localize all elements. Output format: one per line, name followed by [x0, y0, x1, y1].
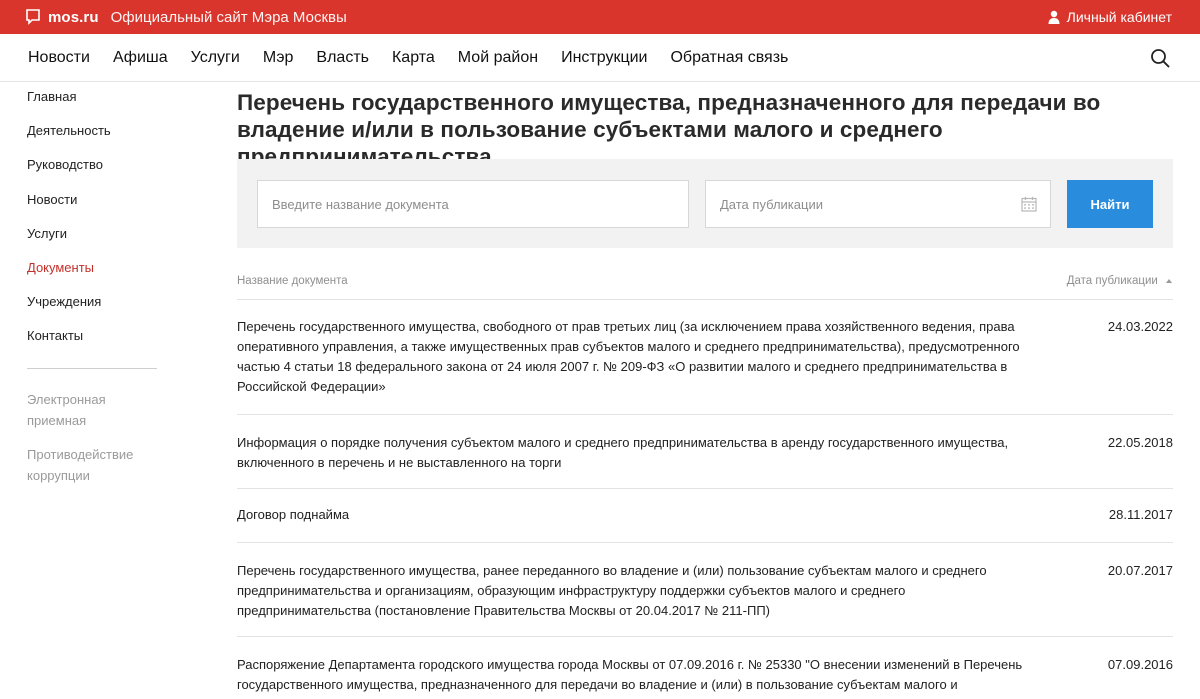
sidebar: Главная Деятельность Руководство Новости… — [27, 82, 162, 499]
top-bar: mos.ru Официальный сайт Мэра Москвы Личн… — [0, 0, 1200, 34]
nav-item-my-district[interactable]: Мой район — [458, 49, 538, 67]
sidebar-item-main[interactable]: Главная — [27, 82, 162, 116]
sidebar-divider — [27, 367, 157, 369]
table-row[interactable]: Перечень государственного имущества, ран… — [237, 543, 1173, 637]
table-row[interactable]: Распоряжение Департамента городского иму… — [237, 637, 1173, 699]
nav-item-map[interactable]: Карта — [392, 49, 435, 67]
column-header-document-name[interactable]: Название документа — [237, 275, 348, 287]
sidebar-item-services[interactable]: Услуги — [27, 219, 162, 253]
column-header-date-label: Дата публикации — [1066, 275, 1158, 287]
brand[interactable]: mos.ru Официальный сайт Мэра Москвы — [26, 0, 347, 34]
sidebar-item-institutions[interactable]: Учреждения — [27, 287, 162, 321]
document-title[interactable]: Информация о порядке получения субъектом… — [237, 415, 1037, 491]
nav-item-news[interactable]: Новости — [28, 49, 90, 67]
nav-item-feedback[interactable]: Обратная связь — [670, 49, 788, 67]
page-title: Перечень государственного имущества, пре… — [237, 90, 1101, 169]
sidebar-item-contacts[interactable]: Контакты — [27, 321, 162, 355]
user-icon — [1048, 10, 1060, 24]
personal-account-link[interactable]: Личный кабинет — [1048, 0, 1172, 34]
search-icon[interactable] — [1150, 48, 1170, 68]
document-title[interactable]: Перечень государственного имущества, ран… — [237, 543, 1037, 639]
calendar-icon[interactable] — [1021, 196, 1037, 212]
table-row[interactable]: Договор поднайма 28.11.2017 — [237, 489, 1173, 543]
publication-date-input[interactable] — [706, 181, 1016, 227]
publication-date-field[interactable] — [705, 180, 1051, 228]
table-row[interactable]: Информация о порядке получения субъектом… — [237, 415, 1173, 489]
document-date: 24.03.2022 — [1107, 319, 1173, 334]
nav-item-afisha[interactable]: Афиша — [113, 49, 168, 67]
sidebar-item-news[interactable]: Новости — [27, 185, 162, 219]
sort-ascending-icon — [1166, 278, 1172, 283]
sidebar-item-documents[interactable]: Документы — [27, 253, 162, 287]
nav-item-services[interactable]: Услуги — [191, 49, 240, 67]
table-row[interactable]: Перечень государственного имущества, сво… — [237, 300, 1173, 415]
document-title[interactable]: Перечень государственного имущества, сво… — [237, 300, 1037, 415]
document-date: 07.09.2016 — [1107, 657, 1173, 672]
document-search-panel: Найти — [237, 159, 1173, 248]
sidebar-link-anti-corruption[interactable]: Противодействие коррупции — [27, 444, 147, 486]
document-date: 28.11.2017 — [1108, 507, 1173, 522]
personal-account-label: Личный кабинет — [1066, 9, 1172, 25]
sidebar-item-leadership[interactable]: Руководство — [27, 150, 162, 184]
documents-table-header: Название документа Дата публикации — [237, 270, 1173, 300]
sidebar-item-activity[interactable]: Деятельность — [27, 116, 162, 150]
nav-item-instructions[interactable]: Инструкции — [561, 49, 647, 67]
mos-logo-icon — [26, 9, 40, 25]
sidebar-link-e-reception[interactable]: Электронная приемная — [27, 389, 147, 431]
main-nav: Новости Афиша Услуги Мэр Власть Карта Мо… — [0, 34, 1200, 82]
document-date: 22.05.2018 — [1107, 435, 1173, 450]
document-title[interactable]: Распоряжение Департамента городского иму… — [237, 637, 1037, 699]
find-button[interactable]: Найти — [1067, 180, 1153, 228]
document-name-input[interactable] — [257, 180, 689, 228]
site-tagline: Официальный сайт Мэра Москвы — [110, 8, 347, 26]
main-nav-list: Новости Афиша Услуги Мэр Власть Карта Мо… — [28, 34, 811, 82]
document-title[interactable]: Договор поднайма — [237, 489, 1037, 543]
documents-table-body: Перечень государственного имущества, сво… — [237, 300, 1173, 699]
main-content: Перечень государственного имущества, пре… — [237, 82, 1173, 692]
nav-item-government[interactable]: Власть — [316, 49, 369, 67]
column-header-publication-date[interactable]: Дата публикации — [1067, 275, 1173, 287]
site-name[interactable]: mos.ru — [48, 9, 99, 26]
nav-item-mayor[interactable]: Мэр — [263, 49, 294, 67]
document-date: 20.07.2017 — [1107, 563, 1173, 578]
